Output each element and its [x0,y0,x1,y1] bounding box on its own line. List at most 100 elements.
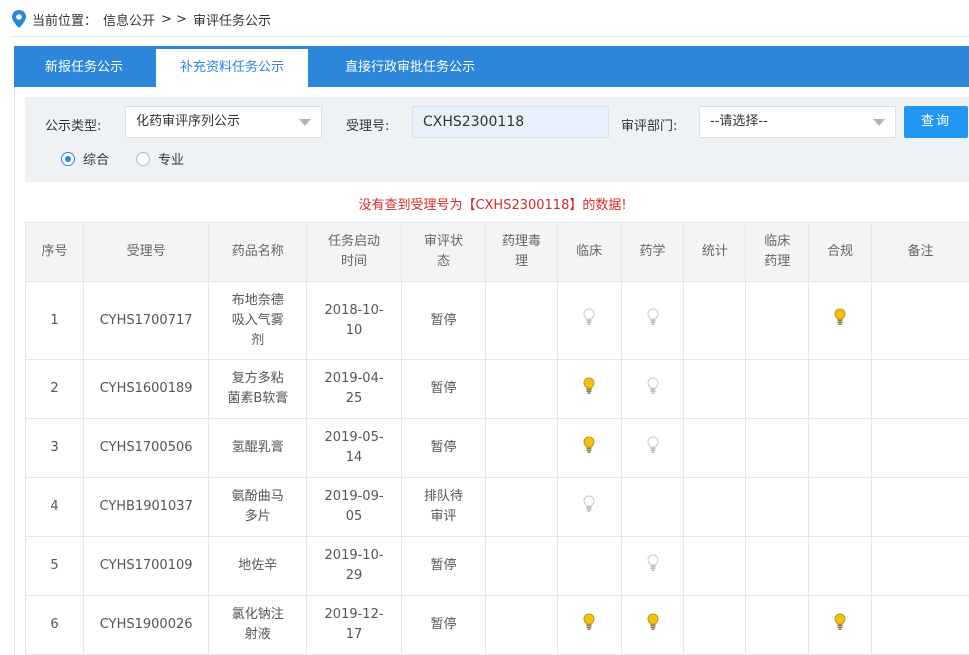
radio-general[interactable]: 综合 [61,149,109,168]
table-row[interactable]: 4 CYHB1901037 氨酚曲马 多片 2019-09- 05 排队待 审评 [25,477,969,537]
cell-start-date: 2019-05- 14 [306,418,402,478]
column-header: 任务启动 时间 [306,222,402,282]
column-header: 合规 [808,222,873,282]
cell-stat [683,281,747,360]
cell-drug-name: 布地奈德 吸入气雾剂 [208,281,308,360]
cell-pharm [620,359,685,419]
dept-label: 审评部门: [621,119,678,134]
start-date-text: 2018-10- [324,302,384,318]
column-header-text: 药学 [639,244,666,259]
column-header-text: 理 [514,254,528,269]
cell-clin-pharm [745,281,810,360]
lightbulb-on-icon [834,308,846,325]
lightbulb-on-icon [834,612,846,630]
cell-clinical [556,359,622,419]
drug-name-text: 多片 [244,509,271,524]
breadcrumb-separator: > > [161,11,187,27]
table-row[interactable]: 2 CYHS1600189 复方多粘菌素B软膏 2019-04- 25 暂停 [25,359,969,419]
tab-direct-approval-task[interactable]: 直接行政审批任务公示 [320,46,500,87]
cell-note [871,359,969,419]
column-header: 药理毒理 [485,222,558,282]
column-header-text: 合规 [827,244,854,259]
cell-tox [485,418,558,478]
column-header-text: 受理号 [126,244,166,259]
column-header: 备注 [871,222,969,282]
start-date-text: 2019-04- [324,371,384,386]
cell-stat [683,477,747,537]
breadcrumb-divider [12,36,969,37]
cell-tox [485,477,558,537]
cell-clinical [556,536,622,596]
column-header: 药品名称 [208,222,308,282]
column-header: 临床 药理 [745,222,810,282]
cell-status: 暂停 [400,281,487,360]
drug-name-text: 射液 [244,627,271,642]
cell-clinical [556,595,622,655]
no-data-message: 没有查到受理号为【CXHS2300118】的数据! [358,198,627,213]
lightbulb-off-icon [646,308,659,325]
table-row[interactable]: 5 CYHS1700109 地佐辛 2019-10- 29 暂停 [25,536,969,596]
lightbulb-off-icon [583,494,595,512]
drug-name-text: 地佐辛 [238,558,278,573]
cell-no: 6 [25,595,84,655]
column-header-text: 统计 [701,244,728,259]
table-row[interactable]: 3 CYHS1700506 氢醌乳膏 2019-05- 14 暂停 [25,418,969,478]
dept-select[interactable]: --请选择-- [699,106,896,138]
cell-start-date: 2019-10- 29 [306,536,402,596]
column-header-text: 审评状 [424,234,464,249]
status-text: 暂停 [430,558,457,573]
cell-start-date: 2018-10- 10 [306,281,402,360]
cell-tox [485,536,558,596]
breadcrumb-link-info[interactable]: 信息公开 [103,10,155,29]
cell-note [871,595,969,655]
status-text: 暂停 [430,440,457,455]
cell-pharm [620,536,685,596]
accept-no-input[interactable]: CXHS2300118 [412,106,609,138]
query-button[interactable]: 查询 [904,106,968,138]
cell-note [871,418,969,478]
table-header-row: 序号 受理号 药品名称 任务启动 时间 审评状态药理毒理临床 药学 统计 临床 药理 合规 备注 [25,222,969,282]
column-header-text: 态 [437,254,451,269]
drug-name-text: 复方多粘 [231,371,284,386]
cell-compliance [808,477,873,537]
drug-name-text: 菌素B软膏 [227,391,289,406]
cell-accept-no: CYHS1900026 [82,595,210,655]
cell-no: 4 [25,477,84,537]
drug-name-text: 氢醌乳膏 [231,440,284,455]
cell-clinical [556,418,622,478]
cell-compliance [808,418,873,478]
drug-name-text: 吸入气雾 [231,312,284,328]
cell-accept-no: CYHS1600189 [82,359,210,419]
radio-special[interactable]: 专业 [136,149,184,168]
cell-accept-no: CYHS1700506 [82,418,210,478]
cell-drug-name: 地佐辛 [208,536,308,596]
status-text: 暂停 [430,381,457,396]
type-select[interactable]: 化药审评序列公示 [125,106,322,138]
cell-compliance [808,536,873,596]
location-pin-icon [12,10,26,28]
table-row[interactable]: 1 CYHS1700717 布地奈德 吸入气雾剂 2018-10- 10 暂停 [25,281,969,360]
radio-special-label: 专业 [158,153,185,168]
table-row[interactable]: 6 CYHS1900026 氯化钠注 射液 2019-12- 17 暂停 [25,595,969,655]
accept-no-label: 受理号: [346,119,390,134]
lightbulb-off-icon [646,435,659,453]
cell-stat [683,595,747,655]
cell-no: 3 [25,418,84,478]
cell-clin-pharm [745,536,810,596]
filter-bar: 公示类型: 化药审评序列公示 受理号: CXHS2300118 审评部门: --… [25,97,969,182]
tab-new-task[interactable]: 新报任务公示 [14,46,154,87]
start-date-text: 2019-12- [324,607,384,622]
cell-no: 2 [25,359,84,419]
cell-tox [485,281,558,360]
column-header: 统计 [683,222,747,282]
cell-compliance [808,595,873,655]
tab-supplement-task[interactable]: 补充资料任务公示 [156,49,308,87]
cell-tox [485,359,558,419]
status-text: 排队待 [424,489,464,504]
cell-start-date: 2019-04- 25 [306,359,402,419]
drug-name-text: 氯化钠注 [231,607,284,622]
cell-status: 暂停 [400,536,487,596]
column-header: 药学 [620,222,685,282]
cell-accept-no: CYHS1700717 [82,281,210,360]
chevron-down-icon [299,119,311,126]
